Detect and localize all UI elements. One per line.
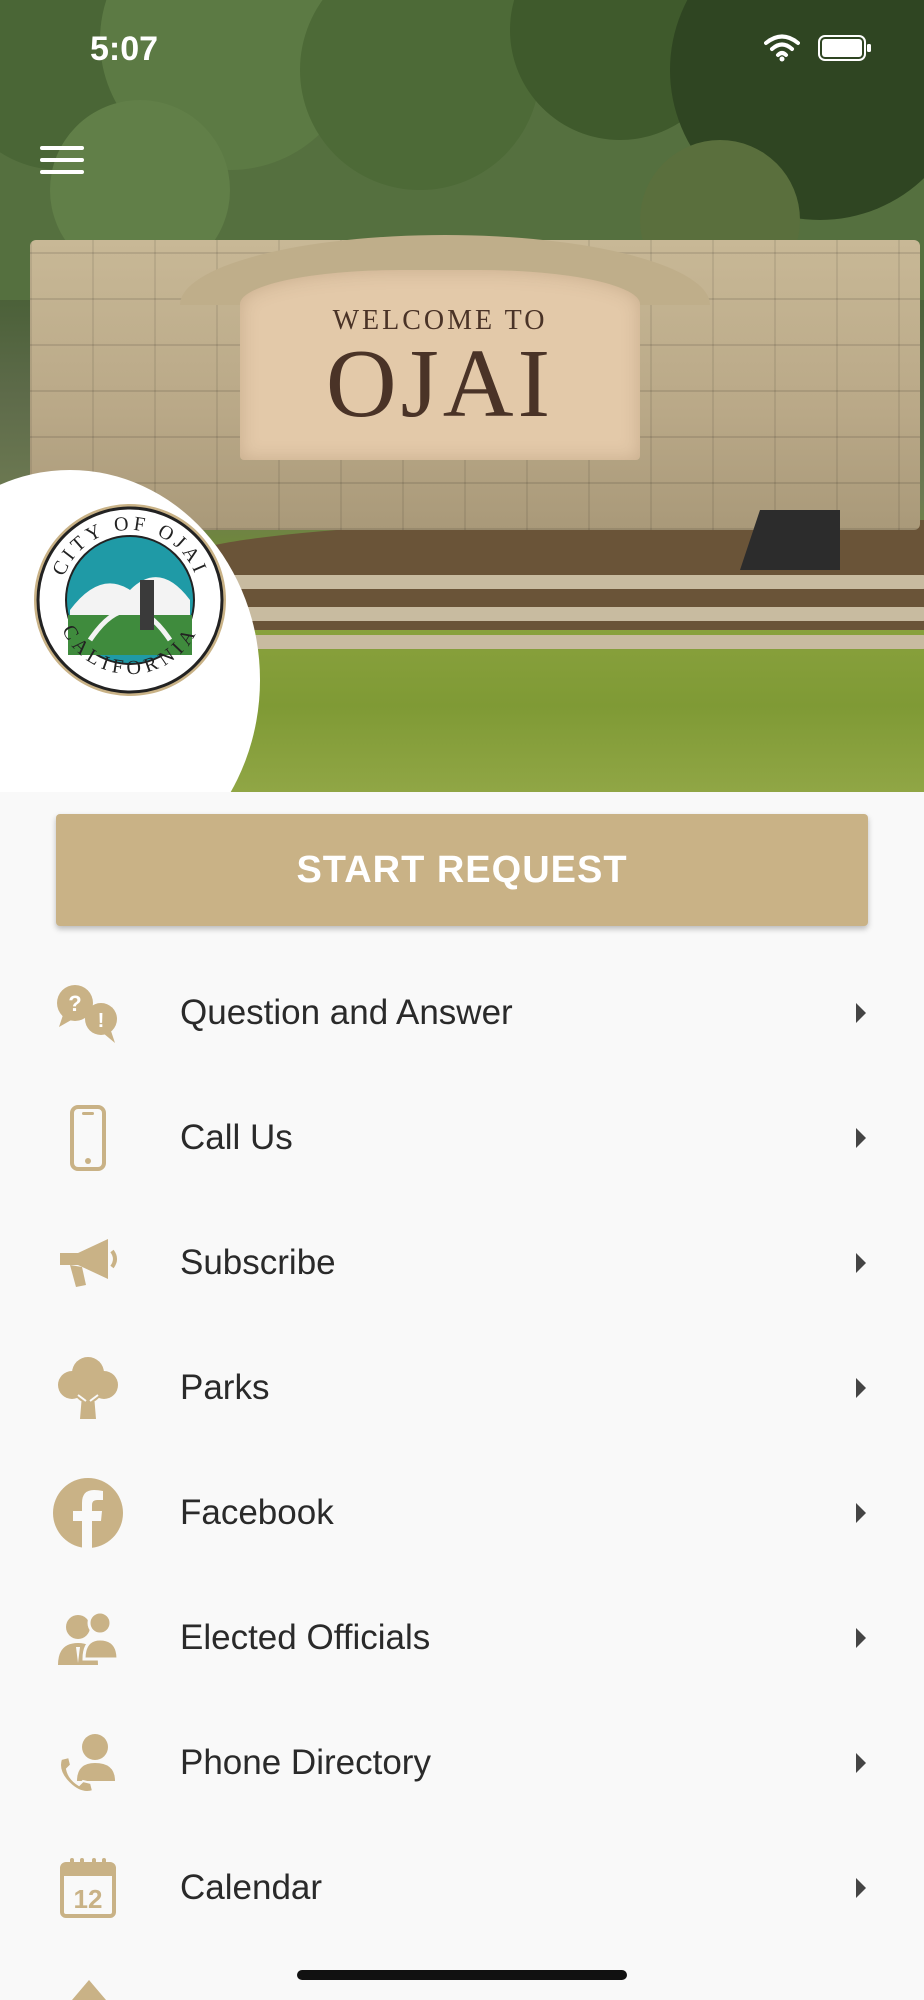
status-icons <box>764 34 872 62</box>
curb <box>220 635 924 649</box>
menu-item-label: Facebook <box>180 1492 334 1532</box>
chevron-right-icon <box>856 1502 866 1523</box>
chevron-right-icon <box>856 1627 866 1648</box>
status-time: 5:07 <box>90 30 159 68</box>
menu-item-phone-directory[interactable]: Phone Directory <box>0 1700 924 1825</box>
svg-text:?: ? <box>68 991 81 1016</box>
hamburger-menu-icon[interactable] <box>40 146 84 178</box>
menu-item-label: Call Us <box>180 1117 293 1157</box>
curb <box>210 607 924 621</box>
menu-item-facebook[interactable]: Facebook <box>0 1450 924 1575</box>
officials-icon <box>52 1602 124 1674</box>
chevron-right-icon <box>856 1877 866 1898</box>
sign-city-name: OJAI <box>325 330 555 438</box>
tree-icon <box>52 1352 124 1424</box>
menu-item-label: Phone Directory <box>180 1742 431 1782</box>
megaphone-icon <box>52 1227 124 1299</box>
next-item-icon <box>72 1980 106 2000</box>
menu-item-calendar[interactable]: 12 Calendar <box>0 1825 924 1950</box>
wifi-icon <box>764 34 800 62</box>
svg-text:!: ! <box>98 1010 105 1032</box>
menu-item-label: Parks <box>180 1367 270 1407</box>
svg-text:12: 12 <box>74 1884 103 1914</box>
mobile-phone-icon <box>52 1102 124 1174</box>
question-answer-icon: ? ! <box>52 977 124 1049</box>
chevron-right-icon <box>856 1377 866 1398</box>
city-seal-logo: CITY OF OJAI CALIFORNIA <box>34 504 226 696</box>
menu-item-label: Elected Officials <box>180 1617 431 1657</box>
menu-item-elected-officials[interactable]: Elected Officials <box>0 1575 924 1700</box>
chevron-right-icon <box>856 1002 866 1023</box>
facebook-icon <box>52 1477 124 1549</box>
curb <box>190 575 924 589</box>
menu-item-label: Calendar <box>180 1867 323 1907</box>
menu-item-question-and-answer[interactable]: ? ! Question and Answer <box>0 950 924 1075</box>
menu-item-subscribe[interactable]: Subscribe <box>0 1200 924 1325</box>
menu-item-call-us[interactable]: Call Us <box>0 1075 924 1200</box>
home-indicator[interactable] <box>297 1970 627 1980</box>
chevron-right-icon <box>856 1127 866 1148</box>
menu-list: ? ! Question and Answer Call Us Subscrib… <box>0 950 924 1950</box>
menu-item-label: Question and Answer <box>180 992 513 1032</box>
chevron-right-icon <box>856 1752 866 1773</box>
hero-banner: WELCOME TO OJAI CITY OF OJAI CALIFORNIA … <box>0 0 924 792</box>
start-request-button[interactable]: START REQUEST <box>56 814 868 926</box>
calendar-icon: 12 <box>52 1852 124 1924</box>
chevron-right-icon <box>856 1252 866 1273</box>
menu-item-parks[interactable]: Parks <box>0 1325 924 1450</box>
menu-item-label: Subscribe <box>180 1242 336 1282</box>
battery-icon <box>818 35 871 61</box>
phone-directory-icon <box>52 1727 124 1799</box>
